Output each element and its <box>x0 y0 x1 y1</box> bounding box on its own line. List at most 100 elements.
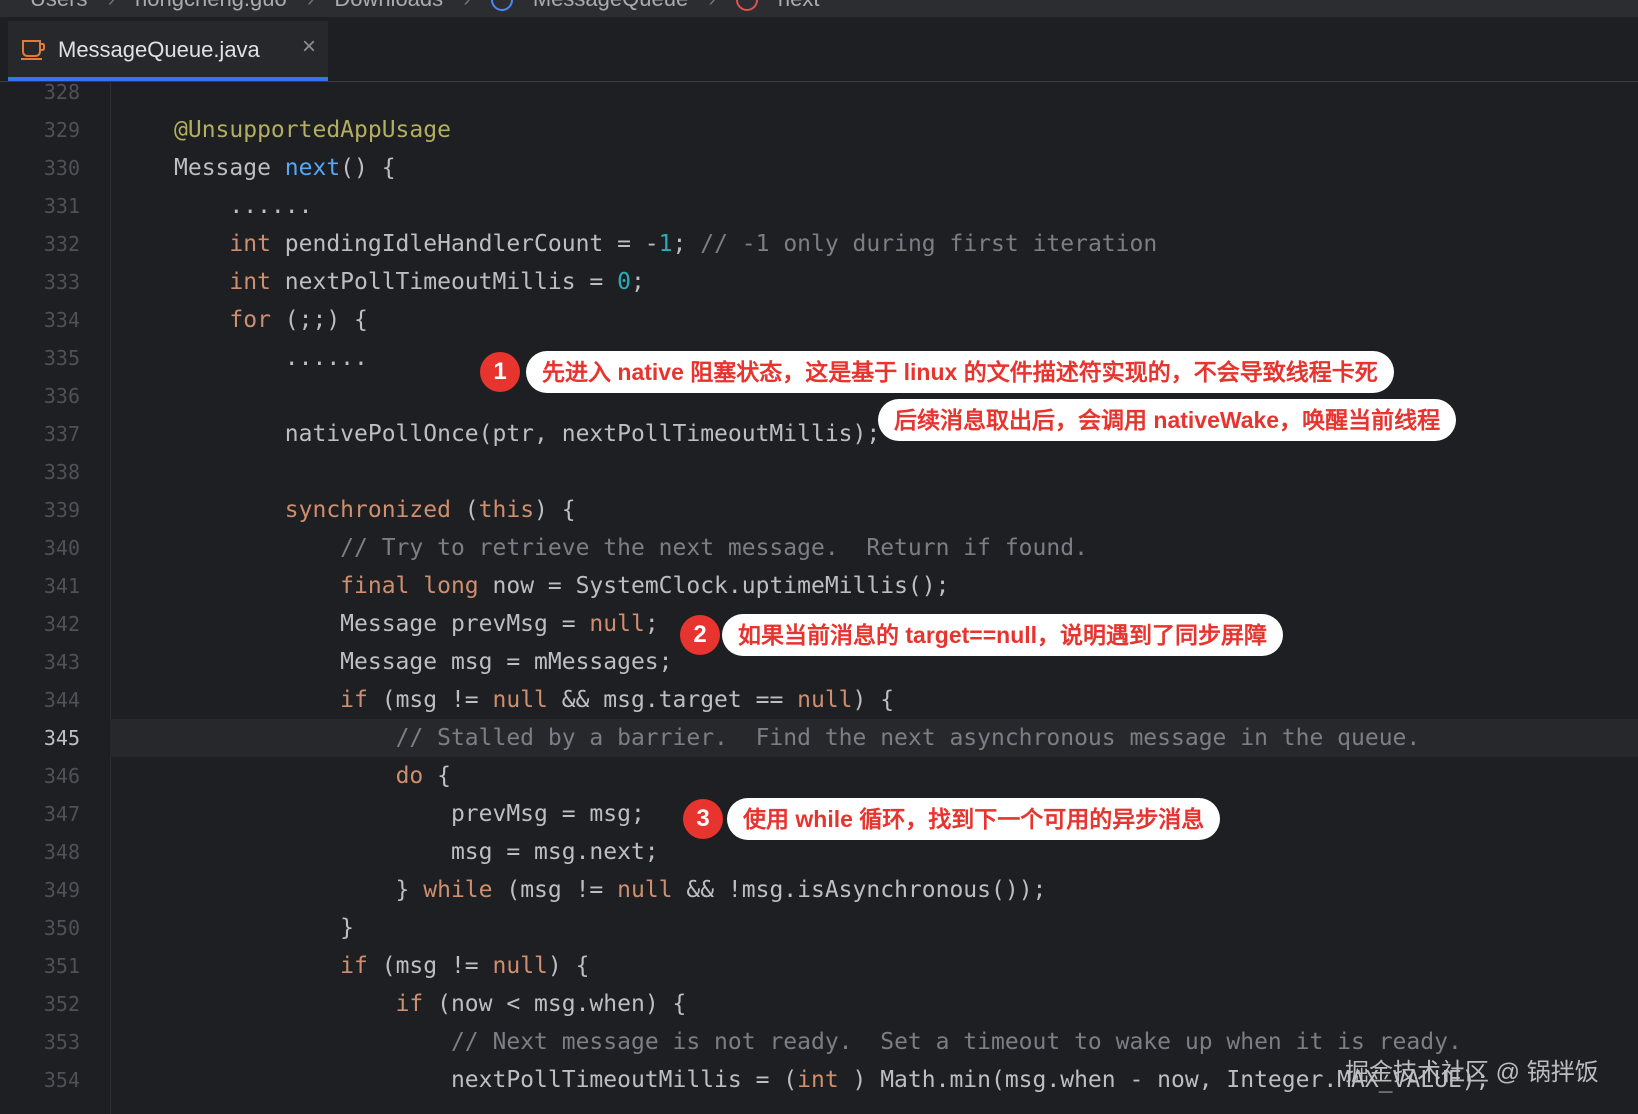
breadcrumb-separator: › <box>108 0 115 12</box>
code-token: msg = msg.next; <box>174 839 659 865</box>
code-token: if <box>340 953 368 979</box>
code-line[interactable]: msg = msg.next; <box>174 833 659 871</box>
line-number: 334 <box>43 308 80 332</box>
annotation-callout-4: 使用 while 循环，找到下一个可用的异步消息 <box>727 798 1221 840</box>
annotation-badge-3: 3 <box>683 799 723 839</box>
code-line[interactable]: // Try to retrieve the next message. Ret… <box>174 529 1088 567</box>
code-line[interactable]: // Stalled by a barrier. Find the next a… <box>174 719 1421 757</box>
code-line[interactable]: Message prevMsg = null; <box>174 605 659 643</box>
code-line[interactable]: final long now = SystemClock.uptimeMilli… <box>174 567 949 605</box>
code-token: for <box>229 307 271 333</box>
line-number: 354 <box>43 1068 80 1092</box>
annotation-badge-2: 2 <box>680 615 720 655</box>
code-token: ) Math.min(msg.when - now, Integer.MAX_V… <box>838 1067 1490 1093</box>
code-token: // Next message is not ready. Set a time… <box>450 1029 1462 1055</box>
code-line[interactable]: if (msg != null && msg.target == null) { <box>174 681 894 719</box>
code-line[interactable]: } while (msg != null && !msg.isAsynchron… <box>174 871 1047 909</box>
code-line[interactable]: } <box>174 909 354 947</box>
code-token: (;;) { <box>270 307 368 333</box>
line-number: 338 <box>43 460 80 484</box>
code-line[interactable]: Message msg = mMessages; <box>174 643 673 681</box>
tab-messagequeue-java[interactable]: MessageQueue.java × <box>8 21 328 81</box>
breadcrumb-item-downloads[interactable]: Downloads <box>334 0 443 12</box>
code-token: Message msg = mMessages; <box>174 649 673 675</box>
line-number: 351 <box>43 954 80 978</box>
code-token: int <box>229 269 271 295</box>
breadcrumb-item-user[interactable]: hongcheng.guo <box>135 0 287 12</box>
code-line[interactable]: int nextPollTimeoutMillis = 0; <box>174 263 644 301</box>
code-line[interactable]: // Next message is not ready. Set a time… <box>174 1023 1462 1061</box>
code-token: () { <box>340 155 396 181</box>
close-icon[interactable]: × <box>302 33 316 61</box>
code-token: next <box>284 155 341 181</box>
code-token: nextPollTimeoutMillis = ( <box>174 1067 798 1093</box>
code-token: 0 <box>617 269 631 295</box>
code-line[interactable]: @UnsupportedAppUsage <box>174 111 451 149</box>
code-line[interactable]: synchronized (this) { <box>174 491 576 529</box>
code-token: (msg != <box>367 953 493 979</box>
line-number: 332 <box>43 232 80 256</box>
annotation-callout-3: 如果当前消息的 target==null，说明遇到了同步屏障 <box>722 614 1284 656</box>
editor-tab-bar: MessageQueue.java × <box>0 17 1638 82</box>
breadcrumb-item-class[interactable]: MessageQueue <box>533 0 688 12</box>
code-line[interactable]: if (msg != null) { <box>174 947 589 985</box>
code-token: && msg.target == <box>547 687 798 713</box>
breadcrumb-separator: › <box>463 0 470 12</box>
code-token: ) { <box>852 687 895 713</box>
code-line[interactable]: Message next() { <box>174 149 396 187</box>
code-token: while <box>423 877 493 903</box>
annotation-callout-1: 先进入 native 阻塞状态，这是基于 linux 的文件描述符实现的，不会导… <box>526 351 1394 393</box>
code-line[interactable]: nativePollOnce(ptr, nextPollTimeoutMilli… <box>174 415 880 453</box>
line-number: 352 <box>43 992 80 1016</box>
class-icon <box>490 0 513 12</box>
breadcrumb-item-users[interactable]: Users <box>30 0 87 12</box>
line-number: 339 <box>43 498 80 522</box>
code-token: ...... <box>174 193 313 219</box>
code-token: if <box>340 687 368 713</box>
code-token: final long <box>340 573 479 599</box>
code-line[interactable]: int pendingIdleHandlerCount = -1; // -1 … <box>174 225 1157 263</box>
line-number: 340 <box>43 536 80 560</box>
code-line[interactable]: prevMsg = msg; <box>174 795 645 833</box>
code-line[interactable]: ...... <box>174 339 368 377</box>
code-token: Message <box>174 155 285 181</box>
breadcrumb-separator: › <box>708 0 715 12</box>
code-token: // -1 only during first iteration <box>700 231 1158 257</box>
code-line[interactable]: if (now < msg.when) { <box>174 985 687 1023</box>
code-token: nativePollOnce(ptr, nextPollTimeoutMilli… <box>174 421 881 447</box>
code-line[interactable]: ...... <box>174 187 312 225</box>
code-token: // Stalled by a barrier. Find the next a… <box>395 725 1421 751</box>
code-token: null <box>797 687 853 713</box>
line-number: 333 <box>43 270 80 294</box>
code-token: ( <box>450 497 479 523</box>
code-token: prevMsg = msg; <box>174 801 645 827</box>
annotation-badge-1: 1 <box>480 352 520 392</box>
code-token: if <box>395 991 424 1017</box>
line-number: 342 <box>43 612 80 636</box>
code-token: && !msg.isAsynchronous()); <box>672 877 1047 903</box>
line-number: 335 <box>43 346 80 370</box>
breadcrumb: Users › hongcheng.guo › Downloads › Mess… <box>0 0 1638 17</box>
line-number: 336 <box>43 384 80 408</box>
code-token: (msg != <box>367 687 493 713</box>
breadcrumb-item-method[interactable]: next <box>778 0 820 12</box>
code-token: null <box>617 877 673 903</box>
code-line[interactable]: nextPollTimeoutMillis = (int ) Math.min(… <box>174 1061 1490 1099</box>
java-coffee-cup-icon <box>21 40 45 60</box>
line-number: 349 <box>43 878 80 902</box>
code-token: now = SystemClock.uptimeMillis(); <box>478 573 950 599</box>
line-number: 337 <box>43 422 80 446</box>
code-line[interactable]: do { <box>174 757 451 795</box>
code-line[interactable]: for (;;) { <box>174 301 368 339</box>
code-token: { <box>423 763 451 789</box>
code-token: } <box>174 877 424 903</box>
